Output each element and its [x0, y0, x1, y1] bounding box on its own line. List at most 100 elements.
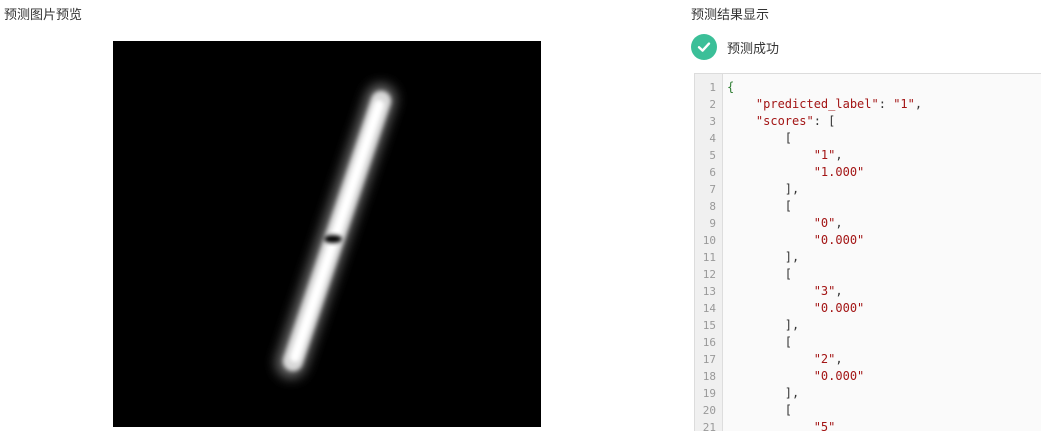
- code-text: [: [727, 130, 792, 147]
- code-token: "0.000": [813, 233, 865, 247]
- code-line: 15 ],: [695, 317, 1041, 334]
- code-text: "3",: [727, 283, 843, 300]
- status-row: 预测成功: [691, 34, 779, 60]
- code-token: : [: [813, 114, 836, 128]
- code-token: [: [727, 131, 793, 145]
- code-line: 12 [: [695, 266, 1041, 283]
- code-token: ,: [835, 352, 843, 366]
- code-line: 11 ],: [695, 249, 1041, 266]
- code-text: "0.000": [727, 368, 865, 385]
- code-token: ],: [727, 250, 800, 264]
- code-token: [: [727, 335, 793, 349]
- line-number: 10: [702, 234, 716, 247]
- code-text: ],: [727, 181, 799, 198]
- line-number: 18: [702, 370, 716, 383]
- line-number: 16: [702, 336, 716, 349]
- code-token: :: [878, 97, 894, 111]
- code-text: [: [727, 266, 792, 283]
- code-line: 18 "0.000": [695, 368, 1041, 385]
- code-token: ],: [727, 386, 800, 400]
- code-token: ],: [727, 318, 800, 332]
- code-line: 6 "1.000": [695, 164, 1041, 181]
- code-text: ],: [727, 249, 799, 266]
- code-text: "1",: [727, 147, 843, 164]
- code-token: "0": [813, 216, 836, 230]
- code-line: 1{: [695, 79, 1041, 96]
- code-token: "1": [893, 97, 915, 111]
- code-line: 16 [: [695, 334, 1041, 351]
- code-line: 17 "2",: [695, 351, 1041, 368]
- line-number: 20: [702, 404, 716, 417]
- code-line: 2 "predicted_label": "1",: [695, 96, 1041, 113]
- code-token: [: [727, 403, 793, 417]
- code-line: 5 "1",: [695, 147, 1041, 164]
- preview-image: [113, 41, 541, 427]
- line-number: 8: [709, 200, 716, 213]
- code-line: 14 "0.000": [695, 300, 1041, 317]
- json-code-viewer[interactable]: 1{2 "predicted_label": "1", 3 "scores": […: [694, 73, 1041, 431]
- line-number: 11: [702, 251, 716, 264]
- code-token: ,: [835, 284, 843, 298]
- line-number: 9: [709, 217, 716, 230]
- code-text: "0.000": [727, 300, 865, 317]
- result-title: 预测结果显示: [691, 8, 770, 23]
- code-token: ,: [835, 216, 843, 230]
- code-token: "0.000": [813, 369, 865, 383]
- code-text: "0",: [727, 215, 843, 232]
- line-number: 17: [702, 353, 716, 366]
- code-text: [: [727, 198, 792, 215]
- code-line: 4 [: [695, 130, 1041, 147]
- code-token: "1": [813, 148, 836, 162]
- code-token: "5": [813, 420, 836, 431]
- line-number: 7: [709, 183, 716, 196]
- code-text: "scores": [: [727, 113, 835, 130]
- code-text: ],: [727, 317, 799, 334]
- line-number: 19: [702, 387, 716, 400]
- code-token: {: [727, 80, 735, 94]
- code-line: 19 ],: [695, 385, 1041, 402]
- code-text: "predicted_label": "1",: [727, 96, 922, 113]
- code-text: [: [727, 402, 792, 419]
- code-line: 3 "scores": [: [695, 113, 1041, 130]
- check-icon: [691, 34, 717, 60]
- code-token: [: [727, 267, 793, 281]
- line-number: 3: [709, 115, 716, 128]
- digit-image-graphic: [113, 41, 541, 427]
- line-number: 1: [709, 81, 716, 94]
- code-line: 8 [: [695, 198, 1041, 215]
- line-number: 15: [702, 319, 716, 332]
- code-token: "1.000": [813, 165, 865, 179]
- line-number: 6: [709, 166, 716, 179]
- code-text: ],: [727, 385, 799, 402]
- line-number: 13: [702, 285, 716, 298]
- line-number: 2: [709, 98, 716, 111]
- code-line: 20 [: [695, 402, 1041, 419]
- code-text: "5": [727, 419, 836, 431]
- code-line: 21 "5": [695, 419, 1041, 431]
- line-number: 4: [709, 132, 716, 145]
- preview-title: 预测图片预览: [4, 8, 83, 23]
- code-token: [: [727, 199, 793, 213]
- prediction-page: 预测图片预览 预测结果显示 预测成功 1 {2 "predicted_labe…: [0, 0, 1041, 431]
- code-token: "predicted_label": [755, 97, 879, 111]
- code-text: [: [727, 334, 792, 351]
- line-number: 14: [702, 302, 716, 315]
- code-token: "0.000": [813, 301, 865, 315]
- code-token: "scores": [755, 114, 814, 128]
- code-line: 9 "0",: [695, 215, 1041, 232]
- code-text: {: [727, 79, 734, 96]
- code-line: 10 "0.000": [695, 232, 1041, 249]
- status-text: 预测成功: [727, 41, 780, 57]
- code-token: ,: [914, 97, 923, 111]
- code-text: "2",: [727, 351, 843, 368]
